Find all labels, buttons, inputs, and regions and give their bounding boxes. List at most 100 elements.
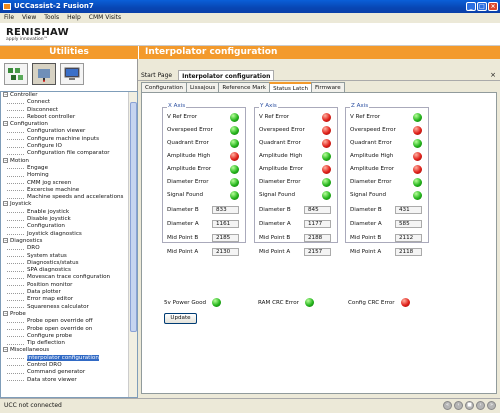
tree-group[interactable]: − Motion (1, 157, 137, 165)
tree-item[interactable]: SPA diagnostics (1, 267, 137, 274)
machine-icon[interactable] (4, 63, 28, 85)
tree-item[interactable]: Diagnostics/status (1, 260, 137, 267)
tree-item[interactable]: Probe open override on (1, 326, 137, 333)
tree-group[interactable]: − Joystick (1, 201, 137, 208)
computer-icon[interactable] (60, 63, 84, 85)
menu-cmm-visits[interactable]: CMM Visits (89, 13, 121, 23)
tree-item-label: Probe open override off (27, 318, 93, 325)
tree-item[interactable]: Interpolator configuration (1, 354, 137, 362)
status-led (413, 126, 422, 135)
nav-forward-icon[interactable]: › (476, 401, 485, 410)
value-field: 585 (395, 220, 422, 228)
tree-item[interactable]: DRO (1, 245, 137, 252)
axis-group: X Axis V Ref Error Overspeed Error Quadrant… (162, 103, 246, 256)
tree-item-label: Configure IO (27, 143, 62, 150)
status-led (230, 126, 239, 135)
tree-group[interactable]: − Configuration (1, 121, 137, 128)
tab-reference-mark[interactable]: Reference Mark (218, 82, 271, 92)
tab-firmware[interactable]: Firmware (311, 82, 345, 92)
tab-configuration[interactable]: Configuration (141, 82, 187, 92)
breadcrumb-current[interactable]: Interpolator configuration (178, 70, 275, 80)
tree-item[interactable]: Engage (1, 165, 137, 172)
collapse-icon[interactable]: − (3, 92, 8, 97)
minimize-button[interactable]: _ (466, 2, 476, 11)
value-label: Diameter B (167, 207, 199, 213)
menu-help[interactable]: Help (67, 13, 81, 23)
collapse-icon[interactable]: − (3, 201, 8, 207)
tree-item[interactable]: Movescan trace configuration (1, 274, 137, 281)
tree-item-label: Data store viewer (27, 376, 77, 383)
tree-group[interactable]: − Controller (1, 92, 137, 99)
tree-group-label: Diagnostics (10, 237, 43, 244)
tree-group[interactable]: − Diagnostics (1, 237, 137, 245)
renishaw-logo: RENISHAW apply innovation™ (6, 27, 69, 42)
status-led (322, 139, 331, 148)
update-button[interactable]: Update (164, 313, 197, 324)
tree-item[interactable]: Homing (1, 172, 137, 179)
tree-item-label: Position monitor (27, 281, 73, 288)
close-page-icon[interactable]: × (490, 70, 496, 81)
tree-item[interactable]: Disable joystick (1, 216, 137, 223)
breadcrumb-start[interactable]: Start Page (141, 70, 172, 80)
tree-group-label: Controller (10, 92, 38, 98)
collapse-icon[interactable]: − (3, 310, 8, 316)
probe-icon[interactable] (32, 63, 56, 85)
value-label: Mid Point B (167, 235, 199, 241)
tree-item[interactable]: Enable joystick (1, 209, 137, 216)
tree-item[interactable]: System status (1, 253, 137, 260)
tree-item[interactable]: Configuration (1, 223, 137, 230)
tree-item[interactable]: Joystick diagnostics (1, 231, 137, 238)
status-label: Overspeed Error (259, 127, 305, 133)
collapse-icon[interactable]: − (3, 237, 8, 243)
tree-item[interactable]: Tip deflection (1, 340, 137, 347)
tree-item[interactable]: Excercise machine (1, 187, 137, 194)
nav-stop-icon[interactable]: ■ (465, 401, 474, 410)
tree-item[interactable]: Reboot controller (1, 114, 137, 121)
tree-item[interactable]: CMM jog screen (1, 180, 137, 187)
tree-item-label: Joystick diagnostics (27, 230, 82, 237)
ram-crc-label: RAM CRC Error (258, 300, 299, 306)
tree-item[interactable]: Configure probe (1, 333, 137, 340)
tree-item[interactable]: Data store viewer (1, 377, 137, 384)
menu-tools[interactable]: Tools (44, 13, 59, 23)
tree-item[interactable]: Control DRO (1, 362, 137, 369)
status-label: Amplitude High (350, 153, 394, 159)
tree-item[interactable]: Connect (1, 99, 137, 106)
tree-item[interactable]: Position monitor (1, 282, 137, 289)
tab-lissajous[interactable]: Lissajous (185, 82, 220, 92)
tree-group[interactable]: − Probe (1, 310, 137, 318)
status-label: Overspeed Error (350, 127, 396, 133)
status-led (322, 152, 331, 161)
value-label: Diameter A (259, 221, 291, 227)
axis-title: Y Axis (259, 103, 278, 109)
collapse-icon[interactable]: − (3, 347, 8, 353)
nav-back-icon[interactable]: ‹ (454, 401, 463, 410)
menu-view[interactable]: View (22, 13, 36, 23)
close-button[interactable]: × (488, 2, 498, 11)
value-label: Mid Point A (167, 249, 199, 255)
tree-item[interactable]: Probe open override off (1, 318, 137, 325)
tree-item[interactable]: Configuration viewer (1, 128, 137, 135)
tree-item[interactable]: Disconnect (1, 107, 137, 114)
status-label: Signal Found (259, 192, 296, 198)
status-led (322, 191, 331, 200)
collapse-icon[interactable]: − (3, 157, 8, 163)
tree-item-label: Configuration (27, 223, 65, 230)
nav-last-icon[interactable]: » (487, 401, 496, 410)
tree-item[interactable]: Data plotter (1, 289, 137, 296)
tree-item-label: System status (27, 252, 67, 259)
menu-bar: File View Tools Help CMM Visits (0, 13, 500, 23)
tree-item[interactable]: Configure IO (1, 143, 137, 150)
tree-item[interactable]: Command generator (1, 369, 137, 376)
tree-item[interactable]: Machine speeds and accelerations (1, 194, 137, 201)
nav-first-icon[interactable]: « (443, 401, 452, 410)
menu-file[interactable]: File (4, 13, 14, 23)
tree-item[interactable]: Configuration file comparator (1, 150, 137, 157)
value-field: 1177 (304, 220, 331, 228)
collapse-icon[interactable]: − (3, 121, 8, 127)
maximize-button[interactable]: □ (477, 2, 487, 11)
tree-group[interactable]: − Miscellaneous (1, 347, 137, 354)
tree-item[interactable]: Configure machine inputs (1, 136, 137, 143)
tree-item[interactable]: Error map editor (1, 296, 137, 303)
tree-item[interactable]: Squareness calculator (1, 304, 137, 311)
